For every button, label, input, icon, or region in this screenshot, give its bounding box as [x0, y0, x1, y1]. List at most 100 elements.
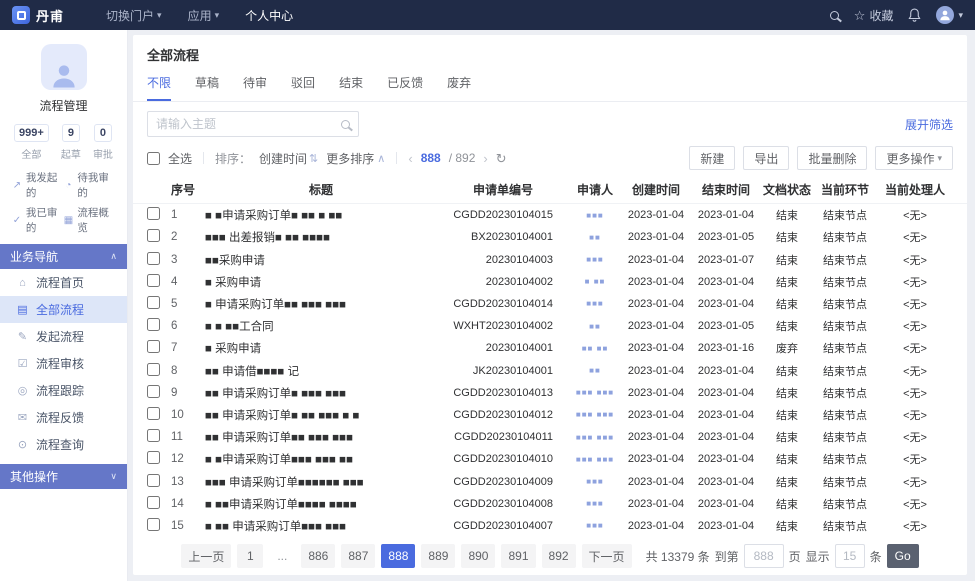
- row-title[interactable]: ■ ■申请采购订单■ ■■ ■ ■■: [205, 207, 437, 223]
- table-row[interactable]: 2 ■■■ 出差报销■ ■■ ■■■■ BX20230104001 ■■ 202…: [133, 226, 967, 248]
- row-title[interactable]: ■ 采购申请: [205, 274, 437, 290]
- filter-tab[interactable]: 废弃: [447, 74, 471, 101]
- select-all-checkbox[interactable]: [147, 152, 160, 165]
- sidebar-stat[interactable]: 0审批: [93, 124, 113, 161]
- nav-menu-item[interactable]: 个人中心: [245, 0, 293, 30]
- refresh-icon[interactable]: ↻: [496, 152, 507, 165]
- app-logo[interactable]: 丹甫: [12, 6, 64, 25]
- nav-menu-item[interactable]: 应用▾: [188, 0, 220, 30]
- sidebar-item[interactable]: ☑流程审核: [0, 350, 127, 377]
- page-button[interactable]: 890: [461, 544, 495, 568]
- page-button[interactable]: 1: [237, 544, 263, 568]
- row-checkbox[interactable]: [147, 340, 160, 353]
- table-row[interactable]: 1 ■ ■申请采购订单■ ■■ ■ ■■ CGDD20230104015 ■■■…: [133, 204, 967, 226]
- section-other-ops[interactable]: 其他操作 ∨: [0, 464, 127, 489]
- page-button[interactable]: 889: [421, 544, 455, 568]
- row-title[interactable]: ■■■ 申请采购订单■■■■■■ ■■■: [205, 474, 437, 490]
- row-title[interactable]: ■■ 申请借■■■■ 记: [205, 363, 437, 379]
- page-button[interactable]: 886: [301, 544, 335, 568]
- row-title[interactable]: ■ ■申请采购订单■■■ ■■■ ■■: [205, 451, 437, 467]
- col-header-handler[interactable]: 当前处理人: [877, 181, 953, 198]
- row-checkbox[interactable]: [147, 252, 160, 265]
- table-row[interactable]: 7 ■ 采购申请 20230104001 ■■ ■■ 2023-01-04 20…: [133, 337, 967, 359]
- filter-tab[interactable]: 待审: [243, 74, 267, 101]
- row-checkbox[interactable]: [147, 363, 160, 376]
- search-icon[interactable]: [341, 120, 350, 129]
- row-checkbox[interactable]: [147, 451, 160, 464]
- action-button[interactable]: 更多操作▾: [875, 146, 953, 170]
- table-row[interactable]: 4 ■ 采购申请 20230104002 ■ ■■ 2023-01-04 202…: [133, 271, 967, 293]
- table-row[interactable]: 3 ■■采购申请 20230104003 ■■■ 2023-01-04 2023…: [133, 248, 967, 270]
- filter-tab[interactable]: 草稿: [195, 74, 219, 101]
- row-checkbox[interactable]: [147, 207, 160, 220]
- page-size-input[interactable]: [835, 544, 865, 568]
- col-header-ended[interactable]: 结束时间: [691, 181, 761, 198]
- row-checkbox[interactable]: [147, 229, 160, 242]
- col-header-num[interactable]: 序号: [171, 181, 205, 198]
- sidebar-item[interactable]: ▤全部流程: [0, 296, 127, 323]
- nav-menu-item[interactable]: 切换门户▾: [106, 0, 162, 30]
- next-page-button[interactable]: 下一页: [582, 544, 632, 568]
- row-checkbox[interactable]: [147, 296, 160, 309]
- table-row[interactable]: 6 ■ ■ ■■工合同 WXHT20230104002 ■■ 2023-01-0…: [133, 315, 967, 337]
- col-header-node[interactable]: 当前环节: [813, 181, 877, 198]
- quick-link[interactable]: ◔待我审的: [64, 170, 116, 200]
- search-input[interactable]: [156, 117, 341, 131]
- quick-link[interactable]: ▦流程概览: [64, 205, 116, 235]
- bell-icon[interactable]: [908, 8, 921, 22]
- col-header-status[interactable]: 文档状态: [761, 181, 813, 198]
- row-checkbox[interactable]: [147, 474, 160, 487]
- action-button[interactable]: 批量删除: [797, 146, 867, 170]
- filter-tab[interactable]: 驳回: [291, 74, 315, 101]
- next-page-icon[interactable]: ›: [483, 152, 487, 165]
- row-title[interactable]: ■ ■■申请采购订单■■■■ ■■■■: [205, 496, 437, 512]
- col-header-order[interactable]: 申请单编号: [437, 181, 569, 198]
- select-all-label[interactable]: 全选: [168, 150, 192, 167]
- row-title[interactable]: ■■采购申请: [205, 252, 437, 268]
- section-business-nav[interactable]: 业务导航 ∧: [0, 244, 127, 269]
- row-checkbox[interactable]: [147, 407, 160, 420]
- page-button[interactable]: 888: [381, 544, 415, 568]
- row-checkbox[interactable]: [147, 385, 160, 398]
- goto-page-input[interactable]: [744, 544, 784, 568]
- action-button[interactable]: 新建: [689, 146, 735, 170]
- row-title[interactable]: ■ 申请采购订单■■ ■■■ ■■■: [205, 296, 437, 312]
- row-checkbox[interactable]: [147, 429, 160, 442]
- row-title[interactable]: ■ ■■ 申请采购订单■■■ ■■■: [205, 518, 437, 534]
- col-header-applicant[interactable]: 申请人: [569, 181, 621, 198]
- filter-tab[interactable]: 结束: [339, 74, 363, 101]
- sidebar-item[interactable]: ⌂流程首页: [0, 269, 127, 296]
- table-row[interactable]: 10 ■■ 申请采购订单■ ■■ ■■■ ■ ■ CGDD20230104012…: [133, 404, 967, 426]
- sidebar-item[interactable]: ◎流程跟踪: [0, 377, 127, 404]
- sidebar-stat[interactable]: 999+全部: [14, 124, 49, 161]
- sidebar-item[interactable]: ⊙流程查询: [0, 431, 127, 458]
- row-checkbox[interactable]: [147, 518, 160, 531]
- quick-link[interactable]: ↗我发起的: [12, 170, 64, 200]
- table-row[interactable]: 15 ■ ■■ 申请采购订单■■■ ■■■ CGDD20230104007 ■■…: [133, 515, 967, 537]
- table-row[interactable]: 13 ■■■ 申请采购订单■■■■■■ ■■■ CGDD20230104009 …: [133, 470, 967, 492]
- table-row[interactable]: 14 ■ ■■申请采购订单■■■■ ■■■■ CGDD20230104008 ■…: [133, 493, 967, 515]
- page-button[interactable]: 891: [501, 544, 535, 568]
- quick-link[interactable]: ✓我已审的: [12, 205, 64, 235]
- row-checkbox[interactable]: [147, 274, 160, 287]
- sidebar-item[interactable]: ✉流程反馈: [0, 404, 127, 431]
- row-title[interactable]: ■■■ 出差报销■ ■■ ■■■■: [205, 229, 437, 245]
- col-header-created[interactable]: 创建时间: [621, 181, 691, 198]
- row-checkbox[interactable]: [147, 318, 160, 331]
- prev-page-icon[interactable]: ‹: [408, 152, 412, 165]
- page-button[interactable]: 887: [341, 544, 375, 568]
- col-header-title[interactable]: 标题: [205, 181, 437, 198]
- sort-field[interactable]: 创建时间 ⇅: [259, 150, 318, 167]
- user-menu[interactable]: ▾: [936, 6, 963, 24]
- table-row[interactable]: 5 ■ 申请采购订单■■ ■■■ ■■■ CGDD20230104014 ■■■…: [133, 293, 967, 315]
- table-row[interactable]: 12 ■ ■申请采购订单■■■ ■■■ ■■ CGDD20230104010 ■…: [133, 448, 967, 470]
- row-checkbox[interactable]: [147, 496, 160, 509]
- table-row[interactable]: 11 ■■ 申请采购订单■■ ■■■ ■■■ CGDD20230104011 ■…: [133, 426, 967, 448]
- expand-filter-link[interactable]: 展开筛选: [905, 116, 953, 133]
- page-button[interactable]: 892: [542, 544, 576, 568]
- action-button[interactable]: 导出: [743, 146, 789, 170]
- go-button[interactable]: Go: [887, 544, 919, 568]
- row-title[interactable]: ■■ 申请采购订单■ ■■ ■■■ ■ ■: [205, 407, 437, 423]
- favorite-button[interactable]: ☆ 收藏: [854, 7, 894, 24]
- more-sort[interactable]: 更多排序 ∧: [326, 150, 385, 167]
